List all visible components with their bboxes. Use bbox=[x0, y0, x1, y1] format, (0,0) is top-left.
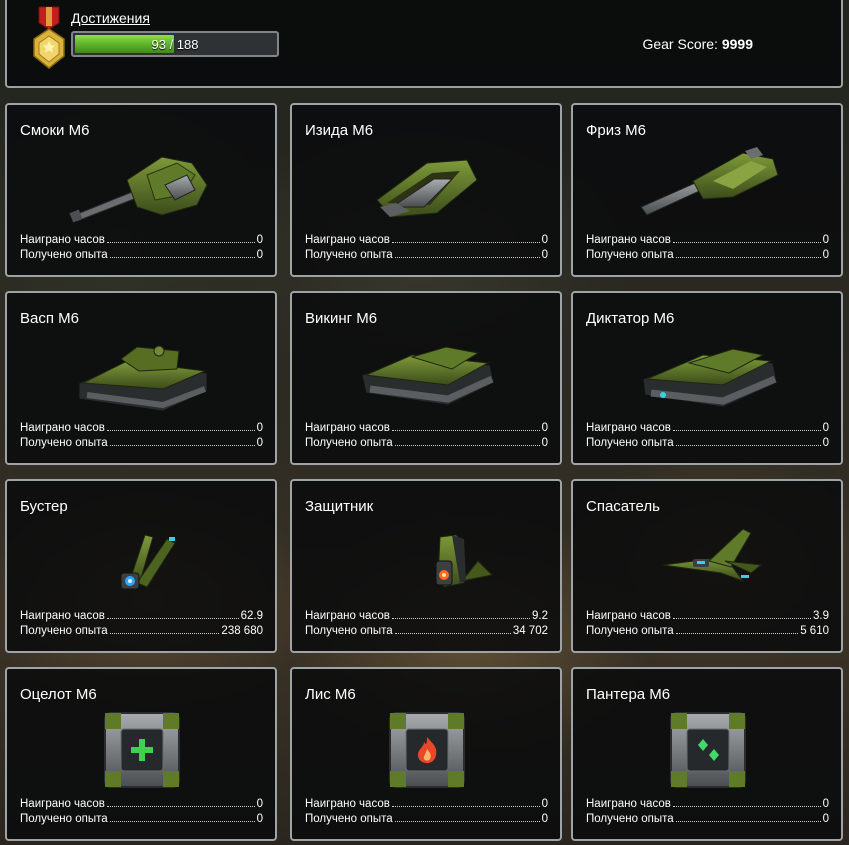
card-title: Спасатель bbox=[586, 498, 660, 515]
hours-label: Наиграно часов bbox=[586, 610, 671, 622]
hours-label: Наиграно часов bbox=[20, 798, 105, 810]
exp-label: Получено опыта bbox=[586, 625, 674, 637]
card-title: Диктатор М6 bbox=[586, 310, 675, 327]
hours-value: 0 bbox=[541, 234, 548, 246]
exp-label: Получено опыта bbox=[20, 249, 108, 261]
card-title: Фриз М6 bbox=[586, 122, 647, 139]
exp-value: 0 bbox=[256, 437, 263, 449]
saviour-drone-icon bbox=[633, 521, 783, 601]
card-title: Изида М6 bbox=[305, 122, 374, 139]
gear-score-value: 9999 bbox=[721, 36, 753, 52]
card-panther[interactable]: Пантера М6 Наиграно часов 0 Получено опыт… bbox=[571, 667, 843, 841]
card-fox[interactable]: Лис М6 Наиграно часов 0 Получено опыта 0 bbox=[290, 667, 562, 841]
hours-value: 0 bbox=[822, 234, 829, 246]
dictator-hull-icon bbox=[633, 333, 783, 413]
hours-label: Наиграно часов bbox=[305, 798, 390, 810]
hours-value: 0 bbox=[822, 798, 829, 810]
hours-label: Наиграно часов bbox=[305, 610, 390, 622]
card-dictator[interactable]: Диктатор М6 Наиграно часов 0 Получено опы… bbox=[571, 291, 843, 465]
exp-label: Получено опыта bbox=[305, 249, 393, 261]
exp-label: Получено опыта bbox=[20, 625, 108, 637]
card-booster[interactable]: Бустер Наиграно часов 62.9 Получено опыта… bbox=[5, 479, 277, 653]
hours-value: 0 bbox=[256, 234, 263, 246]
card-isida[interactable]: Изида М6 Наиграно часов 0 Получено опыта 0 bbox=[290, 103, 562, 277]
hours-label: Наиграно часов bbox=[305, 422, 390, 434]
card-smoky[interactable]: Смоки М6 Наиграно часов 0 Получено опыта 0 bbox=[5, 103, 277, 277]
hours-value: 9.2 bbox=[532, 610, 548, 622]
card-title: Васп М6 bbox=[20, 310, 79, 327]
hours-value: 0 bbox=[541, 422, 548, 434]
card-viking[interactable]: Викинг М6 Наиграно часов 0 Получено опыта… bbox=[290, 291, 562, 465]
hours-value: 0 bbox=[541, 798, 548, 810]
ocelot-module-icon bbox=[67, 709, 217, 789]
exp-label: Получено опыта bbox=[586, 249, 674, 261]
exp-value: 0 bbox=[256, 249, 263, 261]
exp-value: 34 702 bbox=[512, 625, 548, 637]
achievements-link[interactable]: Достижения bbox=[71, 10, 150, 26]
hours-value: 3.9 bbox=[813, 610, 829, 622]
exp-value: 0 bbox=[822, 813, 829, 825]
wasp-hull-icon bbox=[67, 333, 217, 413]
progress-current: 93 bbox=[151, 37, 166, 52]
progress-separator: / bbox=[165, 37, 177, 52]
gear-score-label: Gear Score: bbox=[642, 36, 718, 52]
hours-label: Наиграно часов bbox=[305, 234, 390, 246]
panther-module-icon bbox=[633, 709, 783, 789]
progress-total: 188 bbox=[176, 37, 199, 52]
freeze-turret-icon bbox=[633, 145, 783, 225]
gear-score: Gear Score: 9999 bbox=[642, 36, 753, 52]
exp-label: Получено опыта bbox=[305, 813, 393, 825]
hours-value: 0 bbox=[822, 422, 829, 434]
hours-value: 0 bbox=[256, 798, 263, 810]
exp-label: Получено опыта bbox=[20, 813, 108, 825]
hours-label: Наиграно часов bbox=[586, 422, 671, 434]
hours-label: Наиграно часов bbox=[20, 234, 105, 246]
card-title: Пантера М6 bbox=[586, 686, 671, 703]
hours-label: Наиграно часов bbox=[586, 798, 671, 810]
hours-value: 0 bbox=[256, 422, 263, 434]
exp-value: 0 bbox=[256, 813, 263, 825]
achievements-header: Достижения 93 / 188 Gear Score: 9999 bbox=[5, 0, 843, 88]
rank-medal-icon bbox=[29, 5, 69, 71]
card-wasp[interactable]: Васп М6 Наиграно часов 0 Получено опыта 0 bbox=[5, 291, 277, 465]
card-freeze[interactable]: Фриз М6 Наиграно часов 0 Получено опыта 0 bbox=[571, 103, 843, 277]
exp-value: 0 bbox=[541, 813, 548, 825]
exp-value: 238 680 bbox=[221, 625, 263, 637]
exp-value: 0 bbox=[822, 249, 829, 261]
exp-value: 0 bbox=[541, 249, 548, 261]
defender-drone-icon bbox=[352, 521, 502, 601]
fox-module-icon bbox=[352, 709, 502, 789]
exp-label: Получено опыта bbox=[586, 813, 674, 825]
exp-label: Получено опыта bbox=[305, 625, 393, 637]
isida-turret-icon bbox=[352, 145, 502, 225]
booster-drone-icon bbox=[67, 521, 217, 601]
card-ocelot[interactable]: Оцелот М6 Наиграно часов 0 Получено опыта… bbox=[5, 667, 277, 841]
card-title: Бустер bbox=[20, 498, 68, 515]
hours-value: 62.9 bbox=[240, 610, 263, 622]
exp-value: 5 610 bbox=[800, 625, 829, 637]
card-title: Смоки М6 bbox=[20, 122, 90, 139]
card-title: Оцелот М6 bbox=[20, 686, 97, 703]
card-title: Защитник bbox=[305, 498, 374, 515]
exp-value: 0 bbox=[822, 437, 829, 449]
exp-label: Получено опыта bbox=[305, 437, 393, 449]
exp-value: 0 bbox=[541, 437, 548, 449]
card-title: Викинг М6 bbox=[305, 310, 378, 327]
exp-label: Получено опыта bbox=[20, 437, 108, 449]
card-defender[interactable]: Защитник Наиграно часов 9.2 Получено опыт… bbox=[290, 479, 562, 653]
smoky-turret-icon bbox=[67, 145, 217, 225]
hours-label: Наиграно часов bbox=[20, 610, 105, 622]
card-saviour[interactable]: Спасатель Наиграно часов 3.9 Получено опы… bbox=[571, 479, 843, 653]
hours-label: Наиграно часов bbox=[586, 234, 671, 246]
card-title: Лис М6 bbox=[305, 686, 356, 703]
exp-label: Получено опыта bbox=[586, 437, 674, 449]
progress-text: 93 / 188 bbox=[73, 37, 277, 52]
achievements-progress-bar: 93 / 188 bbox=[71, 31, 279, 57]
hours-label: Наиграно часов bbox=[20, 422, 105, 434]
viking-hull-icon bbox=[352, 333, 502, 413]
